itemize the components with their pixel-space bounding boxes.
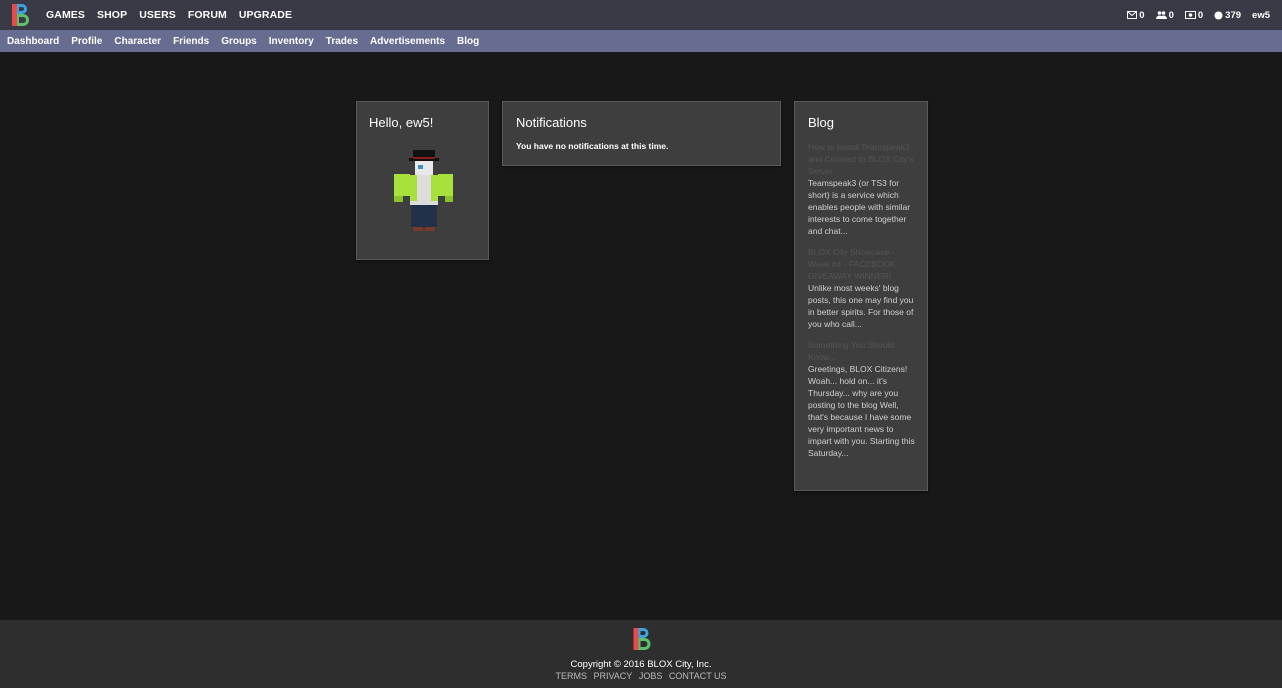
copyright-text: Copyright © 2016 BLOX City, Inc. (570, 659, 712, 670)
username-menu[interactable]: ew5 (1252, 10, 1270, 21)
subnav-character[interactable]: Character (114, 36, 161, 47)
main-nav: GAMES SHOP USERS FORUM UPGRADE (46, 0, 304, 30)
subnav-advertisements[interactable]: Advertisements (370, 36, 445, 47)
notifications-title: Notifications (516, 115, 587, 130)
hello-title: Hello, ew5! (369, 115, 434, 130)
subnav-groups[interactable]: Groups (221, 36, 257, 47)
subnav-friends[interactable]: Friends (173, 36, 209, 47)
footer-link-terms[interactable]: TERMS (555, 671, 587, 681)
subnav-inventory[interactable]: Inventory (269, 36, 314, 47)
blog-title: Blog (808, 115, 835, 130)
subnav-dashboard[interactable]: Dashboard (7, 36, 59, 47)
nav-games[interactable]: GAMES (46, 9, 85, 21)
blog-post[interactable]: How to Install Teamspeak3 and Connect to… (808, 141, 916, 237)
nav-users[interactable]: USERS (139, 9, 176, 21)
footer: Copyright © 2016 BLOX City, Inc. TERMS P… (0, 620, 1282, 688)
blog-post-excerpt: Teamspeak3 (or TS3 for short) is a servi… (808, 178, 911, 236)
blog-post-title[interactable]: Something You Should Know... (808, 339, 916, 363)
nav-forum[interactable]: FORUM (188, 9, 227, 21)
money-icon (1184, 11, 1196, 19)
currency-amount: 379 (1225, 9, 1242, 21)
footer-link-contact[interactable]: CONTACT US (669, 671, 727, 681)
footer-link-privacy[interactable]: PRIVACY (593, 671, 632, 681)
blog-post[interactable]: Something You Should Know... Greetings, … (808, 339, 916, 459)
footer-links: TERMS PRIVACY JOBS CONTACT US (0, 671, 1282, 681)
user-stats: 0 0 0 379 ew5 (1116, 0, 1270, 30)
notifications-panel: Notifications You have no notifications … (502, 101, 781, 166)
blog-post-list: How to Install Teamspeak3 and Connect to… (808, 141, 916, 468)
friend-requests-count: 0 (1168, 9, 1174, 21)
blog-post-excerpt: Unlike most weeks' blog posts, this one … (808, 283, 914, 329)
trades-count: 0 (1197, 9, 1204, 21)
nav-shop[interactable]: SHOP (97, 9, 127, 21)
friend-requests-stat[interactable]: 0 (1155, 9, 1174, 21)
sub-navbar: Dashboard Profile Character Friends Grou… (0, 30, 1282, 52)
notifications-empty-text: You have no notifications at this time. (516, 141, 669, 151)
blog-post-excerpt: Greetings, BLOX Citizens! Woah... hold o… (808, 364, 915, 458)
blog-panel: Blog How to Install Teamspeak3 and Conne… (794, 101, 928, 491)
footer-link-jobs[interactable]: JOBS (639, 671, 663, 681)
blog-post-title[interactable]: How to Install Teamspeak3 and Connect to… (808, 141, 916, 177)
trades-stat[interactable]: 0 (1184, 9, 1204, 21)
envelope-icon (1127, 11, 1138, 19)
users-icon (1155, 11, 1167, 19)
coin-icon (1214, 11, 1223, 19)
messages-stat[interactable]: 0 (1127, 9, 1145, 21)
subnav-trades[interactable]: Trades (326, 36, 358, 47)
messages-count: 0 (1139, 9, 1145, 21)
top-navbar: GAMES SHOP USERS FORUM UPGRADE 0 0 0 379… (0, 0, 1282, 30)
subnav-blog[interactable]: Blog (457, 36, 479, 47)
hello-panel: Hello, ew5! (356, 101, 489, 260)
blog-post-title[interactable]: BLOX City Showcase - Week #4 - FACEBOOK … (808, 246, 916, 282)
character-avatar[interactable] (387, 148, 459, 234)
blox-city-logo[interactable] (11, 3, 29, 27)
currency-stat[interactable]: 379 (1214, 10, 1241, 21)
subnav-profile[interactable]: Profile (71, 36, 102, 47)
nav-upgrade[interactable]: UPGRADE (239, 9, 292, 21)
blog-post[interactable]: BLOX City Showcase - Week #4 - FACEBOOK … (808, 246, 916, 330)
footer-logo (633, 628, 651, 650)
